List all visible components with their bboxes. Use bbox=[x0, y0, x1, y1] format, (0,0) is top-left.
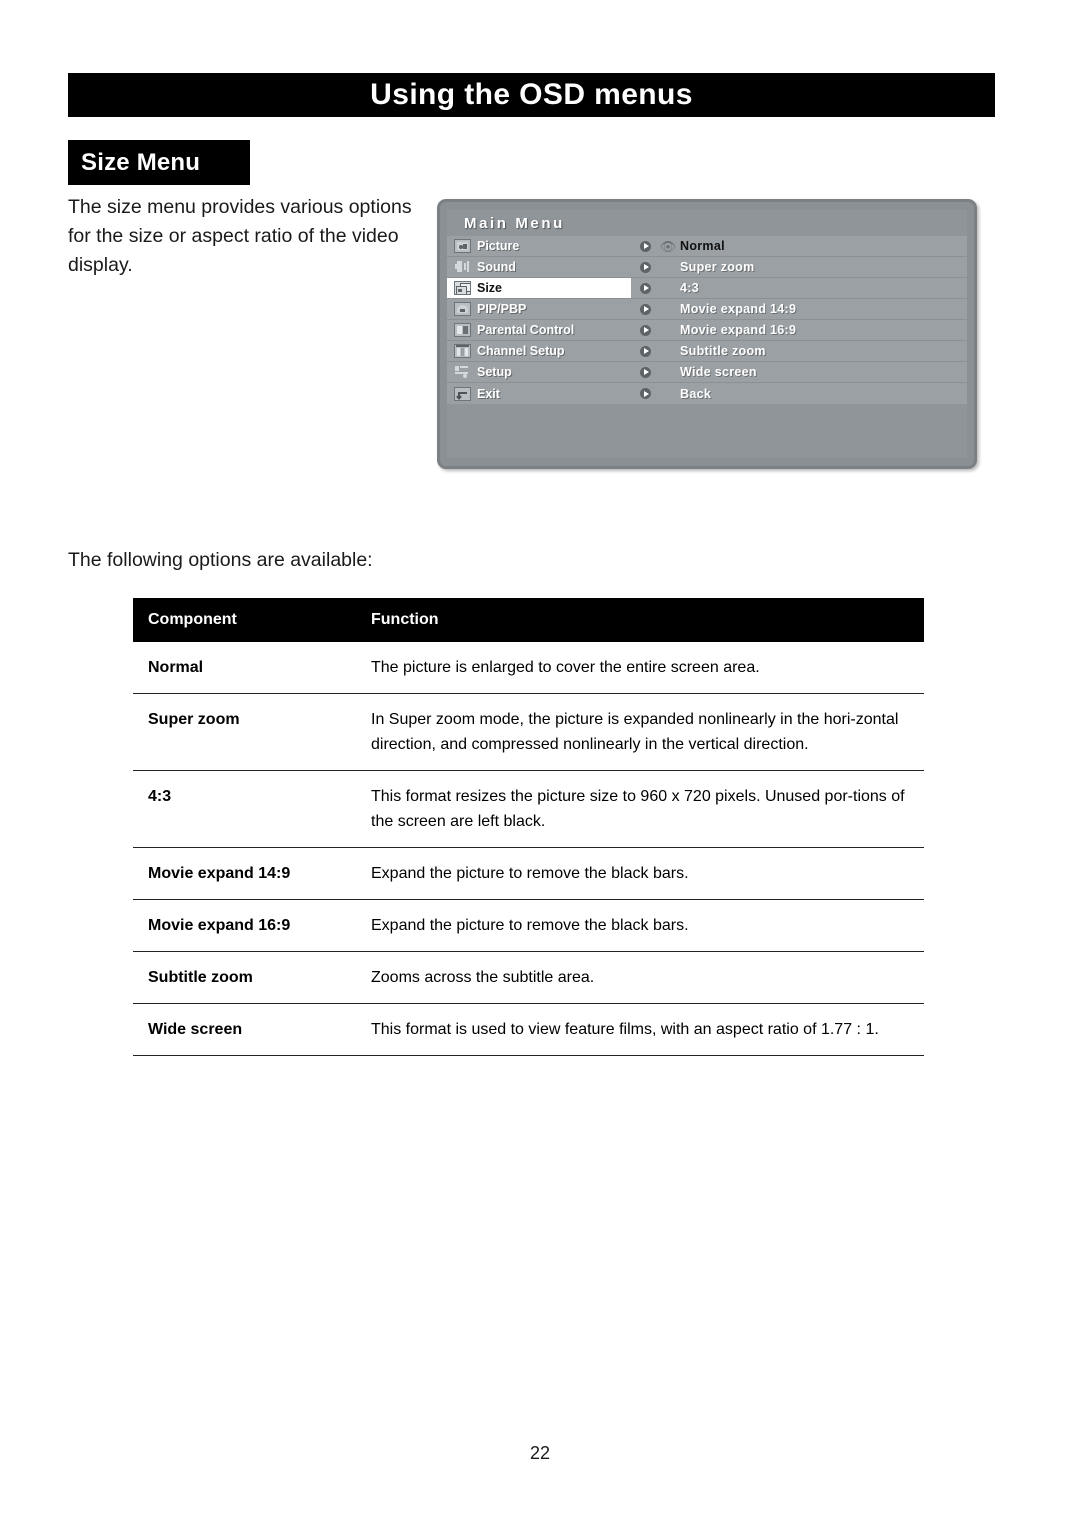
table-header-function: Function bbox=[356, 598, 924, 642]
osd-option-label: Wide screen bbox=[680, 365, 757, 379]
osd-menu-item-sound[interactable]: Sound bbox=[447, 257, 631, 278]
table-cell-component: Movie expand 14:9 bbox=[133, 847, 356, 900]
osd-option-label: Movie expand 16:9 bbox=[680, 323, 797, 337]
exit-arrow-icon bbox=[454, 386, 471, 401]
osd-option-super-zoom[interactable]: Super zoom bbox=[631, 257, 967, 278]
osd-option-label: Normal bbox=[680, 239, 725, 253]
table-cell-function: Zooms across the subtitle area. bbox=[356, 951, 924, 1004]
table-row: Wide screen This format is used to view … bbox=[133, 1003, 924, 1056]
chevron-right-icon bbox=[640, 388, 651, 399]
osd-option-wide-screen[interactable]: Wide screen bbox=[631, 362, 967, 383]
page-number: 22 bbox=[529, 1443, 551, 1463]
osd-left-menu-list: Picture Sound Size PIP/PBP Parental Cont… bbox=[447, 236, 631, 404]
osd-menu-item-size[interactable]: Size bbox=[447, 278, 631, 299]
table-cell-component: Normal bbox=[133, 642, 356, 694]
table-cell-function: This format resizes the picture size to … bbox=[356, 770, 924, 848]
osd-menu-screenshot: Main Menu Picture Sound Size PIP/PBP Par… bbox=[437, 199, 977, 469]
options-lead-in-text: The following options are available: bbox=[68, 549, 373, 571]
osd-option-subtitle-zoom[interactable]: Subtitle zoom bbox=[631, 341, 967, 362]
osd-menu-item-label: Size bbox=[477, 281, 503, 295]
table-cell-component: Wide screen bbox=[133, 1003, 356, 1056]
chevron-right-icon bbox=[640, 282, 651, 294]
osd-size-options-list: 👁 Normal Super zoom 4:3 Movie expand 14:… bbox=[631, 236, 967, 404]
table-body: Normal The picture is enlarged to cover … bbox=[133, 642, 924, 1056]
table-row: Normal The picture is enlarged to cover … bbox=[133, 642, 924, 694]
table-cell-function: This format is used to view feature film… bbox=[356, 1003, 924, 1056]
osd-option-label: Back bbox=[680, 386, 712, 401]
osd-menu-item-label: Parental Control bbox=[477, 323, 575, 337]
pip-icon bbox=[454, 302, 471, 316]
chevron-right-icon bbox=[640, 345, 651, 357]
chevron-right-icon bbox=[640, 261, 651, 273]
osd-menu-item-label: Setup bbox=[477, 365, 512, 379]
section-heading-box: Size Menu bbox=[68, 140, 250, 185]
osd-option-back[interactable]: Back bbox=[631, 383, 967, 404]
setup-sliders-icon bbox=[454, 365, 471, 379]
osd-menu-item-label: Picture bbox=[477, 239, 520, 253]
table-header-component: Component bbox=[133, 598, 356, 642]
channel-setup-icon bbox=[454, 344, 471, 358]
osd-option-label: Movie expand 14:9 bbox=[680, 302, 797, 316]
chevron-right-icon bbox=[640, 324, 651, 336]
osd-columns: Picture Sound Size PIP/PBP Parental Cont… bbox=[447, 236, 967, 404]
osd-panel: Main Menu Picture Sound Size PIP/PBP Par… bbox=[447, 210, 967, 458]
table-header-row: Component Function bbox=[133, 598, 924, 642]
options-table: Component Function Normal The picture is… bbox=[133, 598, 924, 1056]
table-row: 4:3 This format resizes the picture size… bbox=[133, 770, 924, 848]
size-icon bbox=[454, 281, 471, 295]
chevron-right-icon bbox=[640, 240, 651, 252]
osd-option-movie-expand-14-9[interactable]: Movie expand 14:9 bbox=[631, 299, 967, 320]
osd-menu-item-label: Sound bbox=[477, 260, 516, 274]
eye-icon: 👁 bbox=[659, 238, 677, 254]
osd-option-4-3[interactable]: 4:3 bbox=[631, 278, 967, 299]
osd-menu-item-exit[interactable]: Exit bbox=[447, 383, 631, 404]
table-row: Subtitle zoom Zooms across the subtitle … bbox=[133, 951, 924, 1004]
osd-menu-item-parental-control[interactable]: Parental Control bbox=[447, 320, 631, 341]
osd-menu-item-label: Exit bbox=[477, 386, 500, 401]
page-header-banner: Using the OSD menus bbox=[68, 73, 995, 117]
osd-option-movie-expand-16-9[interactable]: Movie expand 16:9 bbox=[631, 320, 967, 341]
osd-menu-item-picture[interactable]: Picture bbox=[447, 236, 631, 257]
table-cell-component: 4:3 bbox=[133, 770, 356, 848]
intro-paragraph: The size menu provides various options f… bbox=[68, 196, 412, 276]
osd-option-label: Super zoom bbox=[680, 260, 755, 274]
table-cell-function: Expand the picture to remove the black b… bbox=[356, 847, 924, 900]
table-cell-function: In Super zoom mode, the picture is expan… bbox=[356, 693, 924, 771]
osd-menu-item-channel-setup[interactable]: Channel Setup bbox=[447, 341, 631, 362]
section-heading-text: Size Menu bbox=[81, 148, 201, 176]
table-cell-function: Expand the picture to remove the black b… bbox=[356, 899, 924, 952]
osd-option-normal[interactable]: 👁 Normal bbox=[631, 236, 967, 257]
chevron-right-icon bbox=[640, 303, 651, 315]
osd-menu-item-label: Channel Setup bbox=[477, 344, 565, 358]
table-cell-function: The picture is enlarged to cover the ent… bbox=[356, 642, 924, 694]
table-cell-component: Subtitle zoom bbox=[133, 951, 356, 1004]
osd-menu-item-label: PIP/PBP bbox=[477, 302, 527, 316]
parental-control-icon bbox=[454, 323, 471, 337]
osd-option-label: Subtitle zoom bbox=[680, 344, 766, 358]
osd-main-menu-title: Main Menu bbox=[464, 215, 565, 232]
table-row: Super zoom In Super zoom mode, the pictu… bbox=[133, 693, 924, 771]
table-row: Movie expand 16:9 Expand the picture to … bbox=[133, 899, 924, 952]
table-cell-component: Super zoom bbox=[133, 693, 356, 771]
picture-icon bbox=[454, 239, 471, 253]
table-head: Component Function bbox=[133, 598, 924, 642]
table-cell-component: Movie expand 16:9 bbox=[133, 899, 356, 952]
table-row: Movie expand 14:9 Expand the picture to … bbox=[133, 847, 924, 900]
page-title: Using the OSD menus bbox=[370, 78, 693, 111]
speaker-icon bbox=[454, 260, 471, 274]
chevron-right-icon bbox=[640, 366, 651, 378]
osd-menu-item-pip-pbp[interactable]: PIP/PBP bbox=[447, 299, 631, 320]
osd-option-label: 4:3 bbox=[680, 281, 699, 295]
osd-menu-item-setup[interactable]: Setup bbox=[447, 362, 631, 383]
